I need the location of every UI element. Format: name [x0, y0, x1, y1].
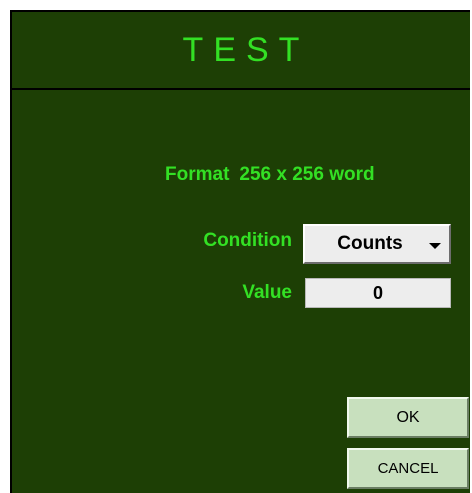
format-info: Format 256 x 256 word	[165, 164, 375, 186]
ok-button[interactable]: OK	[347, 397, 469, 438]
format-label: Format	[165, 164, 230, 185]
chevron-down-icon	[429, 243, 441, 249]
value-label: Value	[242, 282, 292, 303]
dialog-title: TEST	[182, 30, 310, 69]
test-dialog: TEST Format 256 x 256 word Condition Coun…	[10, 10, 470, 493]
format-value: 256 x 256 word	[239, 164, 375, 185]
cancel-button[interactable]: CANCEL	[347, 448, 469, 489]
condition-label: Condition	[203, 230, 292, 251]
condition-selected-value: Counts	[337, 233, 403, 254]
title-bar: TEST	[12, 12, 470, 90]
condition-dropdown[interactable]: Counts	[303, 224, 451, 264]
value-input[interactable]: 0	[305, 278, 451, 308]
